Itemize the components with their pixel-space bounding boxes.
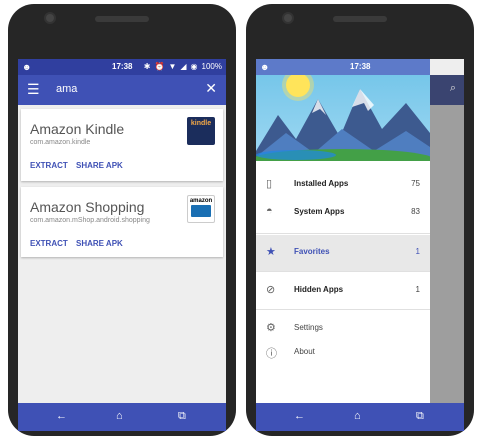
nav-bar: ← ⌂ ⧉: [256, 403, 464, 431]
drawer-screen: ⌕ ☻ 17:38 ▯ Installed Apps 75 ◓ System A…: [256, 59, 464, 431]
status-icons: ✱ ⏰ ▼ ◢ ◉ 100%: [144, 62, 222, 71]
app-package: com.amazon.kindle: [30, 139, 91, 146]
extract-button[interactable]: EXTRACT: [30, 161, 68, 170]
bluetooth-icon: ✱: [143, 62, 151, 71]
navigation-drawer: ☻ 17:38 ▯ Installed Apps 75 ◓ System App…: [256, 59, 430, 431]
share-apk-button[interactable]: SHARE APK: [76, 239, 123, 248]
recents-icon[interactable]: ⧉: [416, 410, 424, 423]
drawer-item-label: Hidden Apps: [294, 285, 344, 294]
status-bar: ☻ 17:38 ✱ ⏰ ▼ ◢ ◉ 100%: [18, 59, 226, 75]
close-icon[interactable]: ✕: [205, 80, 217, 97]
status-bar: ☻ 17:38: [256, 59, 430, 75]
notification-icon: ☻: [260, 62, 270, 72]
back-icon[interactable]: ←: [294, 410, 305, 422]
drawer-item-label: System Apps: [294, 207, 345, 216]
alarm-icon: ⏰: [154, 62, 165, 71]
divider: [256, 271, 430, 272]
camera-icon: [44, 12, 56, 24]
status-time: 17:38: [112, 62, 133, 71]
drawer-item-label: About: [294, 347, 315, 356]
search-icon: ⌕: [449, 82, 456, 94]
phone-icon: ▯: [266, 178, 273, 190]
drawer-header-image: ☻ 17:38: [256, 59, 430, 161]
drawer-item-label: Favorites: [294, 247, 330, 256]
speaker-grille: [333, 16, 387, 22]
star-icon: ★: [266, 246, 276, 258]
menu-icon[interactable]: ☰: [27, 81, 40, 98]
phone-frame-right: ⌕ ☻ 17:38 ▯ Installed Apps 75 ◓ System A…: [246, 4, 474, 436]
search-app-bar: ☰ ama ✕: [18, 75, 226, 105]
divider: [256, 309, 430, 310]
divider: [256, 233, 430, 234]
nav-bar: ← ⌂ ⧉: [18, 403, 226, 431]
info-icon: ⓘ: [266, 348, 277, 360]
drawer-item-about[interactable]: ⓘ About: [256, 335, 430, 371]
home-icon[interactable]: ⌂: [354, 410, 361, 422]
amazon-shopping-app-icon: amazon: [187, 195, 215, 223]
drawer-item-system[interactable]: ◓ System Apps 83: [256, 195, 430, 231]
search-screen: ☻ 17:38 ✱ ⏰ ▼ ◢ ◉ 100% ☰ ama ✕ Amazon Ki…: [18, 59, 226, 431]
speaker-grille: [95, 16, 149, 22]
gear-icon: ⚙: [266, 322, 276, 334]
drawer-item-count: 75: [411, 179, 420, 188]
recents-icon[interactable]: ⧉: [178, 410, 186, 423]
drawer-item-count: 83: [411, 207, 420, 216]
app-package: com.amazon.mShop.android.shopping: [30, 217, 150, 224]
kindle-logo-text: kindle: [190, 120, 212, 127]
drawer-item-label: Settings: [294, 323, 323, 332]
background-content: ⌕: [428, 75, 464, 431]
drawer-item-label: Installed Apps: [294, 179, 349, 188]
background-app-bar: ⌕: [428, 75, 464, 105]
share-apk-button[interactable]: SHARE APK: [76, 161, 123, 170]
kindle-app-icon: kindle: [187, 117, 215, 145]
home-icon[interactable]: ⌂: [116, 410, 123, 422]
camera-icon: [282, 12, 294, 24]
status-time: 17:38: [350, 62, 371, 71]
drawer-item-favorites[interactable]: ★ Favorites 1: [256, 235, 430, 271]
back-icon[interactable]: ←: [56, 410, 67, 422]
app-title: Amazon Shopping: [30, 199, 145, 215]
eye-off-icon: ⊘: [266, 284, 276, 296]
wifi-icon: ▼: [168, 62, 177, 71]
drawer-item-count: 1: [415, 247, 420, 256]
extract-button[interactable]: EXTRACT: [30, 239, 68, 248]
notification-icon: ☻: [22, 62, 32, 72]
search-input[interactable]: ama: [56, 83, 77, 95]
battery-percent: 100%: [201, 62, 222, 71]
app-card-shopping[interactable]: Amazon Shopping com.amazon.mShop.android…: [21, 187, 223, 257]
cart-icon: [191, 205, 211, 217]
battery-icon: ◉: [190, 62, 198, 71]
app-title: Amazon Kindle: [30, 121, 125, 137]
drawer-item-count: 1: [415, 285, 420, 294]
android-icon: ◓: [266, 205, 273, 217]
drawer-item-hidden[interactable]: ⊘ Hidden Apps 1: [256, 273, 430, 309]
amazon-logo-text: amazon: [189, 198, 213, 204]
sun-icon: [286, 73, 310, 97]
app-card-kindle[interactable]: Amazon Kindle com.amazon.kindle kindle E…: [21, 109, 223, 181]
phone-frame-left: ☻ 17:38 ✱ ⏰ ▼ ◢ ◉ 100% ☰ ama ✕ Amazon Ki…: [8, 4, 236, 436]
signal-icon: ◢: [180, 62, 187, 71]
